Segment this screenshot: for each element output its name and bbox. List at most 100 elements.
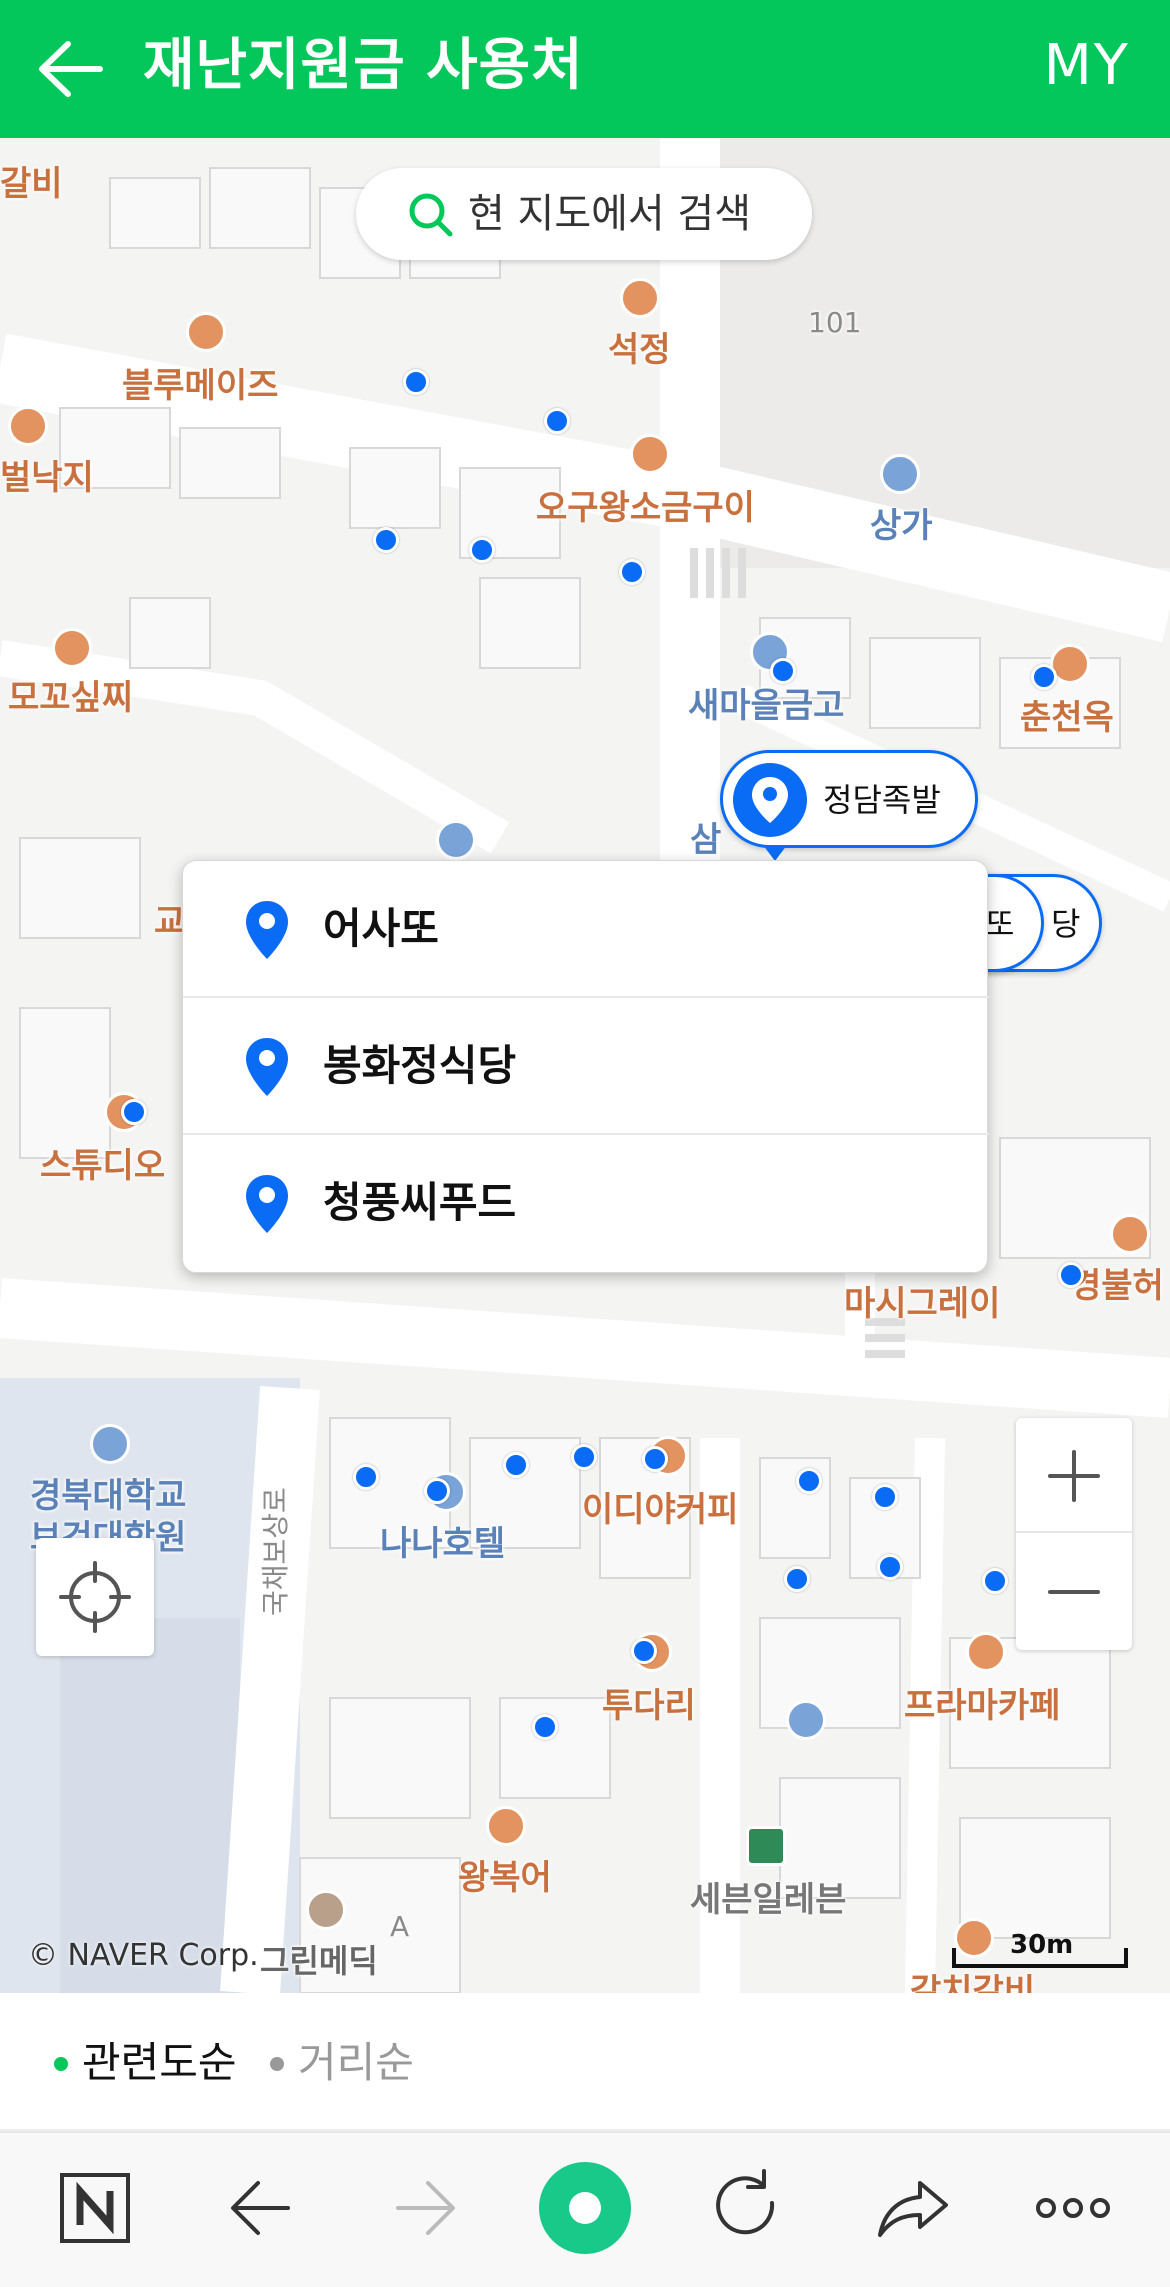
store-marker[interactable]	[631, 1638, 657, 1664]
poi-label: 이디야커피	[582, 1490, 739, 1530]
store-marker[interactable]	[121, 1099, 147, 1125]
poi-label: 오구왕소금구이	[536, 488, 755, 528]
search-icon	[409, 193, 453, 237]
store-marker[interactable]	[877, 1554, 903, 1580]
poi-label: 세븐일레븐	[690, 1880, 847, 1920]
poi-label: 나나호텔	[380, 1524, 506, 1564]
seven-eleven-icon	[746, 1826, 786, 1866]
poi-label: 왕복어	[458, 1858, 552, 1898]
store-marker[interactable]	[1031, 664, 1057, 690]
poi-label: 마시그레이	[844, 1284, 1001, 1324]
location-pin-icon	[752, 777, 788, 823]
zoom-control	[1016, 1418, 1132, 1650]
active-sort-dot	[54, 2057, 68, 2071]
school-icon	[90, 1424, 130, 1464]
store-marker[interactable]	[796, 1468, 822, 1494]
popup-item-name: 어사또	[323, 904, 439, 953]
poi-label: 새마을금고	[688, 686, 845, 726]
store-marker[interactable]	[503, 1452, 529, 1478]
zoom-in-button[interactable]	[1016, 1418, 1132, 1533]
store-marker[interactable]	[469, 537, 495, 563]
store-marker[interactable]	[403, 369, 429, 395]
selected-store-pin[interactable]: 정담족발	[720, 750, 978, 861]
pin-tail	[763, 845, 787, 861]
poi-label: 갈비	[0, 164, 63, 204]
browser-forward-button[interactable]	[370, 2153, 480, 2263]
popup-list-item[interactable]: 어사또	[183, 861, 989, 998]
poi-label: 스튜디오	[40, 1146, 166, 1186]
search-this-area-label: 현 지도에서 검색	[468, 191, 752, 237]
sort-option-distance[interactable]: 거리순	[298, 2033, 414, 2093]
more-button[interactable]	[1018, 2153, 1128, 2263]
store-marker[interactable]	[982, 1568, 1008, 1594]
popup-item-name: 봉화정식당	[323, 1041, 517, 1090]
cafe-icon	[186, 312, 226, 352]
browser-back-button[interactable]	[206, 2153, 316, 2263]
poi-label: 블루메이즈	[122, 366, 279, 406]
poi-label: 모꼬싶찌	[8, 678, 134, 718]
map-copyright: © NAVER Corp.	[28, 1938, 259, 1973]
shopping-cart-icon	[880, 454, 920, 494]
poi-label: 석정	[608, 330, 671, 370]
poi-label: 교	[154, 902, 186, 942]
refresh-button[interactable]	[692, 2153, 802, 2263]
poi-label: 춘천옥	[1020, 698, 1114, 738]
arrow-left-icon	[231, 2181, 290, 2235]
sort-bar: 관련도순 거리순	[0, 1993, 1170, 2131]
sort-option-relevance[interactable]: 관련도순	[82, 2033, 237, 2093]
poi-label: 경불허	[1070, 1266, 1164, 1306]
page-title: 재난지원금 사용처	[143, 33, 584, 98]
road-name-label: 국채보상로	[259, 1487, 292, 1616]
stacked-pin-label: 또	[985, 905, 1015, 943]
zoom-out-button[interactable]	[1016, 1534, 1132, 1649]
store-marker[interactable]	[544, 408, 570, 434]
green-dot-button[interactable]	[530, 2153, 640, 2263]
poi-label: 상가	[870, 506, 933, 546]
restaurant-icon	[630, 434, 670, 474]
my-location-button[interactable]	[36, 1538, 154, 1656]
green-dot-icon	[539, 2162, 631, 2254]
poi-label: 101	[808, 306, 862, 339]
restaurant-icon	[486, 1806, 526, 1846]
store-marker[interactable]	[642, 1446, 668, 1472]
share-icon	[878, 2181, 948, 2237]
plus-icon	[1048, 1450, 1100, 1502]
poi-label: 그린메딕	[260, 1942, 378, 1980]
search-this-area-button[interactable]: 현 지도에서 검색	[356, 168, 812, 260]
naver-home-button[interactable]	[40, 2153, 150, 2263]
pin-badge	[733, 763, 807, 837]
arrow-right-icon	[396, 2181, 455, 2235]
popup-item-name: 청풍씨푸드	[323, 1178, 517, 1227]
store-marker[interactable]	[353, 1464, 379, 1490]
map-view[interactable]: 현 지도에서 검색 갈비 블루메이즈 석정 101 벌낙지 오구왕소금구이 상가…	[0, 138, 1170, 1993]
popup-list-item[interactable]: 청풍씨푸드	[183, 1135, 989, 1272]
cafe-icon	[52, 628, 92, 668]
store-marker[interactable]	[784, 1566, 810, 1592]
my-button[interactable]: MY	[1043, 30, 1130, 102]
back-button[interactable]	[30, 24, 120, 114]
store-marker[interactable]	[532, 1714, 558, 1740]
scale-label: 30m	[1010, 1930, 1074, 1960]
store-marker[interactable]	[424, 1478, 450, 1504]
poi-label: 프라마카페	[904, 1686, 1061, 1726]
store-marker[interactable]	[619, 559, 645, 585]
store-list-popup: 어사또 봉화정식당 청풍씨푸드	[182, 860, 989, 1273]
cafe-icon	[966, 1632, 1006, 1672]
more-dots-icon	[1036, 2198, 1110, 2218]
store-marker[interactable]	[373, 527, 399, 553]
share-button[interactable]	[858, 2153, 968, 2263]
location-pin-icon	[246, 901, 288, 959]
store-marker[interactable]	[571, 1444, 597, 1470]
browser-bottom-nav	[0, 2131, 1170, 2287]
location-pin-icon	[246, 1175, 288, 1233]
refresh-icon	[716, 2169, 775, 2235]
store-marker[interactable]	[1058, 1262, 1084, 1288]
store-marker[interactable]	[872, 1484, 898, 1510]
popup-list-item[interactable]: 봉화정식당	[183, 998, 989, 1135]
poi-label: 삼	[690, 820, 722, 860]
restaurant-icon	[620, 278, 660, 318]
store-marker[interactable]	[770, 658, 796, 684]
minus-icon	[1048, 1590, 1100, 1594]
poi-label: 벌낙지	[0, 458, 94, 498]
selected-store-label: 정담족발	[823, 781, 941, 819]
